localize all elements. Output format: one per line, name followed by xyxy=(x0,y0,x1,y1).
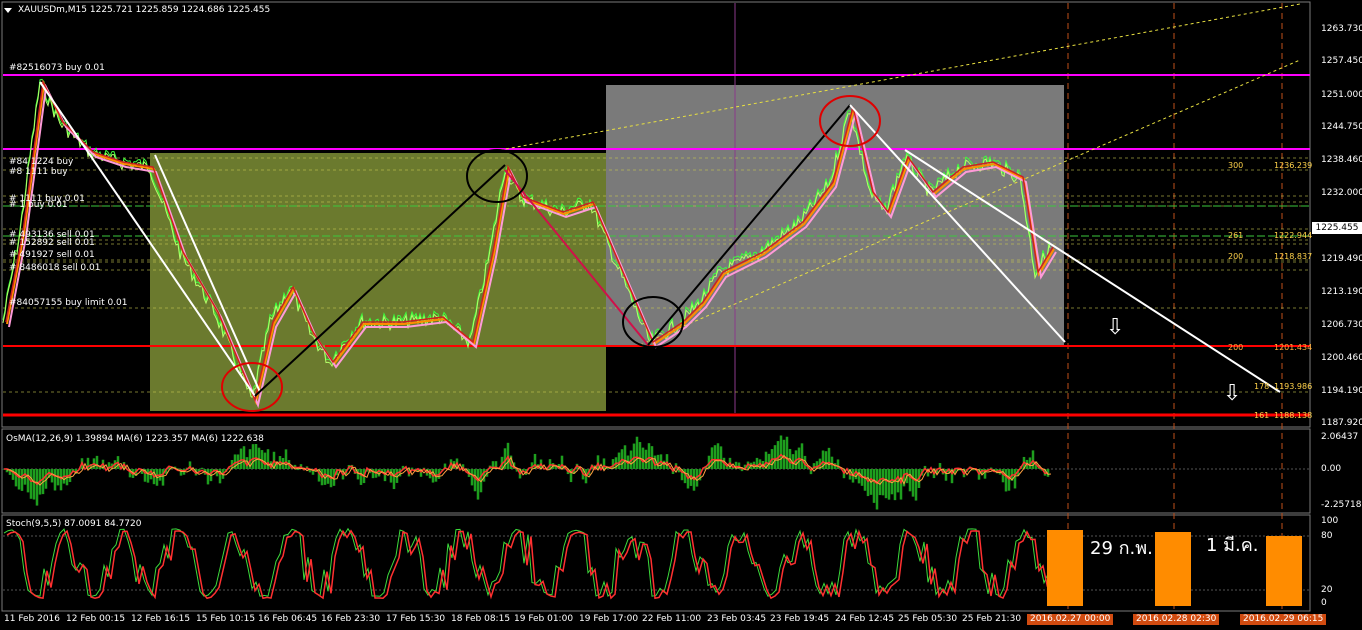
stoch-label: Stoch(9,5,5) 87.0091 84.7720 xyxy=(6,519,142,529)
orange-bar xyxy=(1155,532,1191,606)
price-tick: 1194.190 xyxy=(1321,386,1362,396)
price-tick: 1232.000 xyxy=(1321,188,1362,198)
current-price-tag: 1225.455 xyxy=(1312,222,1362,234)
osma-tick: 0.00 xyxy=(1321,464,1342,474)
order-label[interactable]: # 152892 sell 0.01 xyxy=(9,238,95,248)
osma-tick: -2.25718 xyxy=(1321,500,1362,510)
time-tick: 19 Feb 17:00 xyxy=(579,614,639,624)
arrow-down-icon: ⇩ xyxy=(1106,315,1125,340)
order-label[interactable]: # 8486018 sell 0.01 xyxy=(9,263,100,273)
arrow-down-icon: ⇩ xyxy=(1223,381,1242,406)
fib-price: 1236.239 xyxy=(1274,161,1313,170)
time-tick: 25 Feb 05:30 xyxy=(898,614,958,624)
time-tick: 24 Feb 12:45 xyxy=(835,614,895,624)
fib-price: 1193.986 xyxy=(1274,382,1313,391)
osma-label: OsMA(12,26,9) 1.39894 MA(6) 1223.357 MA(… xyxy=(6,434,264,444)
time-tick: 15 Feb 10:15 xyxy=(196,614,256,624)
highlighted-date: 2016.02.29 06:15 xyxy=(1240,614,1327,625)
order-label[interactable]: # 1 buy 0.01 xyxy=(9,200,68,210)
order-label[interactable]: #8 1111 buy xyxy=(9,167,68,177)
time-tick: 16 Feb 23:30 xyxy=(321,614,381,624)
stoch-tick: 100 xyxy=(1321,516,1339,526)
fib-pct: 200 xyxy=(1228,252,1244,261)
annotation-mar1: 1 มี.ค. xyxy=(1206,535,1259,556)
price-chart[interactable] xyxy=(0,0,1362,630)
time-tick: 16 Feb 06:45 xyxy=(258,614,318,624)
time-tick: 25 Feb 21:30 xyxy=(962,614,1022,624)
fib-pct: 261 xyxy=(1228,231,1244,240)
time-tick: 11 Feb 2016 xyxy=(4,614,61,624)
chart-menu-icon[interactable] xyxy=(4,8,12,13)
fib-price: 1201.434 xyxy=(1274,343,1313,352)
chart-header: XAUUSDm,M15 1225.721 1225.859 1224.686 1… xyxy=(18,5,270,15)
highlighted-date: 2016.02.28 02:30 xyxy=(1133,614,1220,625)
highlighted-date: 2016.02.27 00:00 xyxy=(1027,614,1114,625)
time-tick: 23 Feb 03:45 xyxy=(707,614,767,624)
orange-bar xyxy=(1266,536,1302,606)
time-tick: 22 Feb 11:00 xyxy=(642,614,702,624)
stoch-tick: 80 xyxy=(1321,531,1333,541)
price-tick: 1200.460 xyxy=(1321,353,1362,363)
symbol-title: XAUUSDm,M15 xyxy=(18,5,87,15)
price-tick: 1244.750 xyxy=(1321,122,1362,132)
time-tick: 19 Feb 01:00 xyxy=(514,614,574,624)
order-label[interactable]: #84057155 buy limit 0.01 xyxy=(9,298,128,308)
price-tick: 1187.920 xyxy=(1321,418,1362,428)
order-label[interactable]: #84 1224 buy xyxy=(9,157,73,167)
time-tick: 18 Feb 08:15 xyxy=(451,614,511,624)
price-tick: 1257.450 xyxy=(1321,56,1362,66)
price-tick: 1213.190 xyxy=(1321,287,1362,297)
order-label[interactable]: #82516073 buy 0.01 xyxy=(9,63,105,73)
order-label[interactable]: # 491927 sell 0.01 xyxy=(9,250,95,260)
ohlc-values: 1225.721 1225.859 1224.686 1225.455 xyxy=(89,5,271,15)
fib-pct: 178 xyxy=(1254,382,1270,391)
time-tick: 23 Feb 19:45 xyxy=(770,614,830,624)
orange-bar xyxy=(1047,530,1083,606)
price-tick: 1206.730 xyxy=(1321,320,1362,330)
chart-window[interactable]: XAUUSDm,M15 1225.721 1225.859 1224.686 1… xyxy=(0,0,1362,630)
price-tick: 1238.460 xyxy=(1321,155,1362,165)
fib-pct: 200 xyxy=(1228,343,1244,352)
fib-price: 1188.138 xyxy=(1274,411,1313,420)
price-tick: 1263.730 xyxy=(1321,24,1362,34)
time-tick: 17 Feb 15:30 xyxy=(386,614,446,624)
time-tick: 12 Feb 00:15 xyxy=(66,614,126,624)
stoch-tick: 20 xyxy=(1321,585,1333,595)
fib-price: 1218.837 xyxy=(1274,252,1313,261)
fib-pct: 161 xyxy=(1254,411,1270,420)
osma-tick: 2.06437 xyxy=(1321,432,1359,442)
annotation-feb29: 29 ก.พ. xyxy=(1090,538,1153,559)
price-tick: 1219.490 xyxy=(1321,254,1362,264)
fib-price: 1222.944 xyxy=(1274,231,1313,240)
fib-pct: 300 xyxy=(1228,161,1244,170)
time-tick: 12 Feb 16:15 xyxy=(131,614,191,624)
price-tick: 1251.000 xyxy=(1321,90,1362,100)
stoch-tick: 0 xyxy=(1321,598,1327,608)
